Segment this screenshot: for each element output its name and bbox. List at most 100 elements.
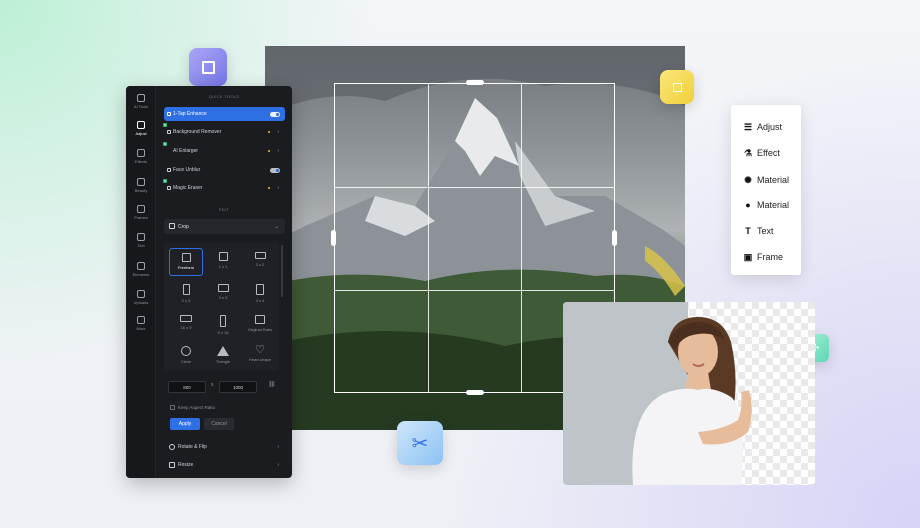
crop-dropdown[interactable]: Crop ⌄ [164,219,285,234]
crop-handle-right[interactable] [612,230,617,246]
resize-row[interactable]: Resize › [164,458,285,472]
image-icon [255,315,265,324]
rail-item-effects[interactable]: Effects [126,149,156,164]
cancel-button[interactable]: Cancel [204,418,234,430]
background-removal-preview [563,302,815,485]
enhance-toggle[interactable] [270,111,280,117]
wand-icon [167,112,171,116]
tool-background-remover[interactable]: N Background Remover › [163,123,285,139]
flask-icon: ⚗ [743,147,753,158]
rail-item-uploads[interactable]: Uploads [126,290,156,305]
tool-magic-eraser[interactable]: N Magic Eraser › [163,179,285,195]
crop-small-icon [169,223,175,229]
menu-item-material-2[interactable]: ● Material [741,198,789,212]
new-badge: N [163,179,168,183]
ratio-9x16[interactable]: 9 x 16 [206,311,240,339]
ratio-scrollbar[interactable] [281,245,283,297]
menu-item-material-1[interactable]: ✺ Material [741,173,789,187]
ratio-triangle[interactable]: Triangle [206,342,240,370]
sparkle-icon: ✺ [744,174,752,185]
scissors-small-icon [167,130,171,134]
tool-ai-enlarger[interactable]: N AI Enlarger › [163,142,285,158]
scissors-tile: ✂ [397,421,443,465]
unblur-toggle[interactable] [270,167,280,173]
chevron-right-icon: › [277,185,279,191]
beauty-icon [137,178,145,186]
rail-item-more[interactable]: More [126,316,156,331]
crop-handle-top[interactable] [466,80,484,85]
crop-freeform-icon [181,253,191,262]
adjust-icon [137,121,145,129]
square-icon [218,252,228,261]
rotate-icon [169,444,175,450]
tools-menu: ☰ Adjust ⚗ Effect ✺ Material ● Material T Tex… [731,105,801,275]
ratio-freeform[interactable]: Freeform [169,248,203,276]
rotate-flip-row[interactable]: Rotate & Flip › [164,440,285,454]
premium-dot [268,187,270,189]
menu-item-text[interactable]: T Text [741,224,773,238]
uploads-icon [137,290,145,298]
eraser-icon [167,186,171,190]
ratio-4x3[interactable]: 4 x 3 [206,280,240,308]
tall-icon [220,315,226,327]
crop-handle-left[interactable] [331,230,336,246]
height-input[interactable]: 1000 [219,381,257,393]
text-t-icon: T [745,226,751,236]
keep-aspect-checkbox[interactable] [170,405,175,410]
more-icon [137,316,145,324]
tool-1-tap-enhance[interactable]: 1-Tap Enhance [164,107,285,121]
triangle-icon [217,346,229,356]
scissors-icon: ✂ [411,432,429,455]
ratio-16x9[interactable]: 16 x 9 [169,311,203,339]
text-icon [137,233,145,241]
chevron-right-icon: › [277,462,279,468]
menu-item-frame[interactable]: ▣ Frame [741,250,783,264]
premium-dot [268,131,270,133]
rail-item-elements[interactable]: Elements [126,262,156,277]
ratio-2x3[interactable]: 2 x 3 [169,280,203,308]
portrait-icon [182,284,190,295]
elements-icon [137,262,145,270]
rail-item-beauty[interactable]: Beauty [126,178,156,193]
woman-figure [632,317,752,485]
apply-button[interactable]: Apply [170,418,200,430]
section-title-edit: EDIT [218,207,230,212]
chevron-right-icon: › [277,148,279,154]
chevron-down-icon: ⌄ [274,223,279,230]
rail-item-text[interactable]: Text [126,233,156,248]
crop-handle-bottom[interactable] [466,390,484,395]
heart-icon: ♡ [255,344,265,356]
width-input[interactable]: 800 [168,381,206,393]
ratio-1x1[interactable]: 1 x 1 [206,248,240,276]
ratio-original[interactable]: Original Ratio [243,311,277,339]
rail-item-frames[interactable]: Frames [126,205,156,220]
ratio-3x2[interactable]: 3 x 2 [243,248,277,276]
menu-item-effect[interactable]: ⚗ Effect [741,146,780,160]
ratio-heart[interactable]: ♡ Heart-shape [243,342,277,370]
chevron-right-icon: › [277,444,279,450]
premium-dot [268,150,270,152]
frame-square-icon [672,82,682,92]
circle-icon: ● [745,200,751,210]
wide-icon [180,315,192,322]
menu-item-adjust[interactable]: ☰ Adjust [741,120,782,134]
sliders-icon: ☰ [743,121,753,132]
chevron-right-icon: › [277,129,279,135]
tool-face-unblur[interactable]: Face Unblur [164,163,285,177]
effects-icon [137,149,145,157]
landscape-icon [254,252,266,259]
ai-tools-icon [137,94,145,102]
times-symbol: x [211,382,214,388]
rail-item-ai-tools[interactable]: AI Tools [126,94,156,109]
ratio-circle[interactable]: Circle [169,342,203,370]
link-icon[interactable]: ⛓ [268,381,276,388]
keep-aspect-label: Keep Aspect Ratio [178,405,216,410]
landscape-icon [217,284,229,292]
new-badge: N [163,123,168,127]
rail-item-adjust[interactable]: Adjust [126,121,156,136]
crop-icon [201,60,215,74]
face-icon [167,168,171,172]
ratio-3x4[interactable]: 3 x 4 [243,280,277,308]
resize-icon [169,462,175,468]
circle-shape-icon [181,346,191,356]
